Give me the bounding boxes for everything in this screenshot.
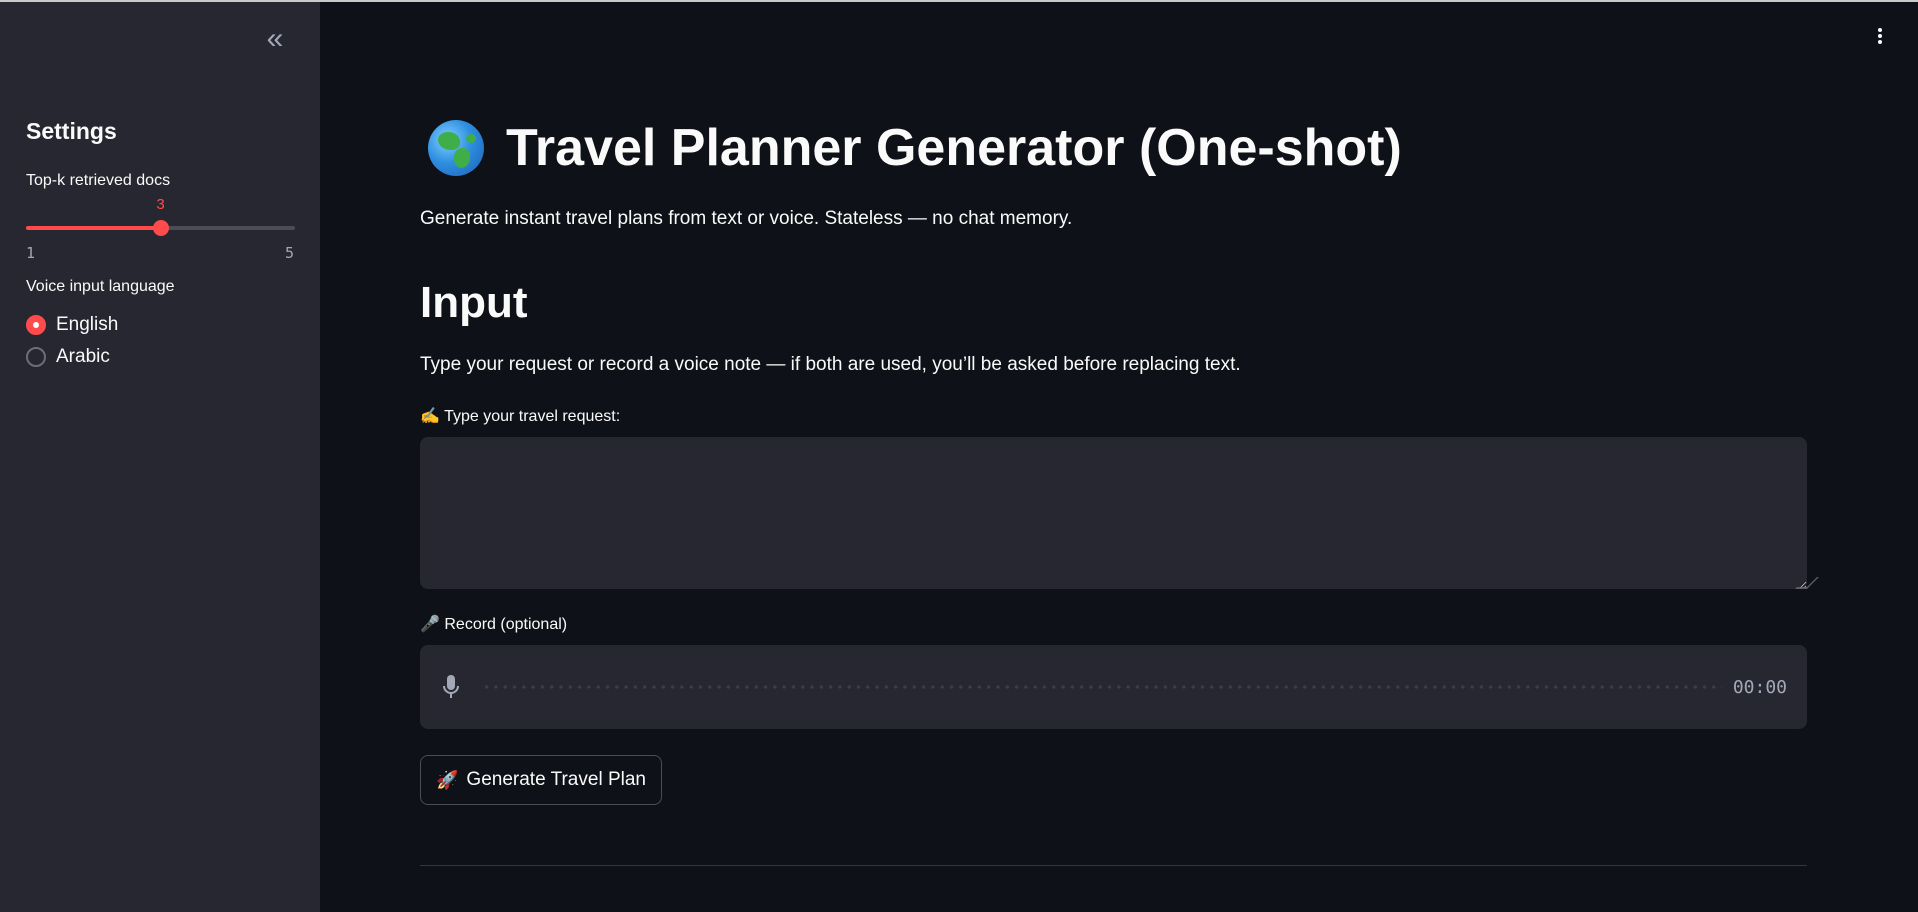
generate-button-label: Generate Travel Plan bbox=[466, 769, 646, 790]
sidebar: « Settings Top-k retrieved docs 3 1 5 Vo… bbox=[0, 2, 320, 912]
rocket-icon: 🚀 bbox=[436, 769, 459, 790]
input-section-description: Type your request or record a voice note… bbox=[420, 354, 1241, 375]
radio-unchecked-icon[interactable] bbox=[26, 347, 46, 367]
topk-slider[interactable]: 3 bbox=[26, 196, 295, 236]
audio-recorder: 00:00 bbox=[420, 645, 1807, 729]
page-title: Travel Planner Generator (One-shot) bbox=[506, 119, 1402, 177]
radio-checked-icon[interactable] bbox=[26, 315, 46, 335]
topk-slider-value: 3 bbox=[156, 196, 165, 213]
input-section-heading: Input bbox=[420, 278, 528, 327]
page-subtitle: Generate instant travel plans from text … bbox=[420, 208, 1073, 229]
topk-slider-max: 5 bbox=[285, 244, 295, 262]
radio-option-arabic[interactable]: Arabic bbox=[26, 346, 110, 368]
travel-request-textarea[interactable] bbox=[420, 437, 1807, 589]
topk-slider-label: Top-k retrieved docs bbox=[26, 172, 171, 189]
radio-label: English bbox=[56, 314, 119, 335]
divider bbox=[420, 865, 1807, 866]
microphone-icon[interactable] bbox=[442, 674, 460, 700]
globe-icon bbox=[428, 120, 484, 176]
audio-waveform bbox=[482, 685, 1722, 689]
travel-request-label: ✍️ Type your travel request: bbox=[420, 408, 621, 425]
voice-language-label: Voice input language bbox=[26, 278, 175, 295]
collapse-sidebar-icon[interactable]: « bbox=[260, 24, 290, 54]
record-label: 🎤 Record (optional) bbox=[420, 616, 568, 633]
record-timer: 00:00 bbox=[1732, 677, 1787, 698]
generate-travel-plan-button[interactable]: 🚀 Generate Travel Plan bbox=[420, 755, 662, 805]
radio-option-english[interactable]: English bbox=[26, 314, 118, 336]
sidebar-title: Settings bbox=[26, 118, 117, 144]
radio-label: Arabic bbox=[56, 346, 110, 367]
topk-slider-fill bbox=[26, 226, 161, 230]
topk-slider-thumb[interactable] bbox=[152, 220, 169, 236]
main-menu-kebab-icon[interactable] bbox=[1872, 28, 1888, 52]
topk-slider-min: 1 bbox=[26, 244, 36, 262]
